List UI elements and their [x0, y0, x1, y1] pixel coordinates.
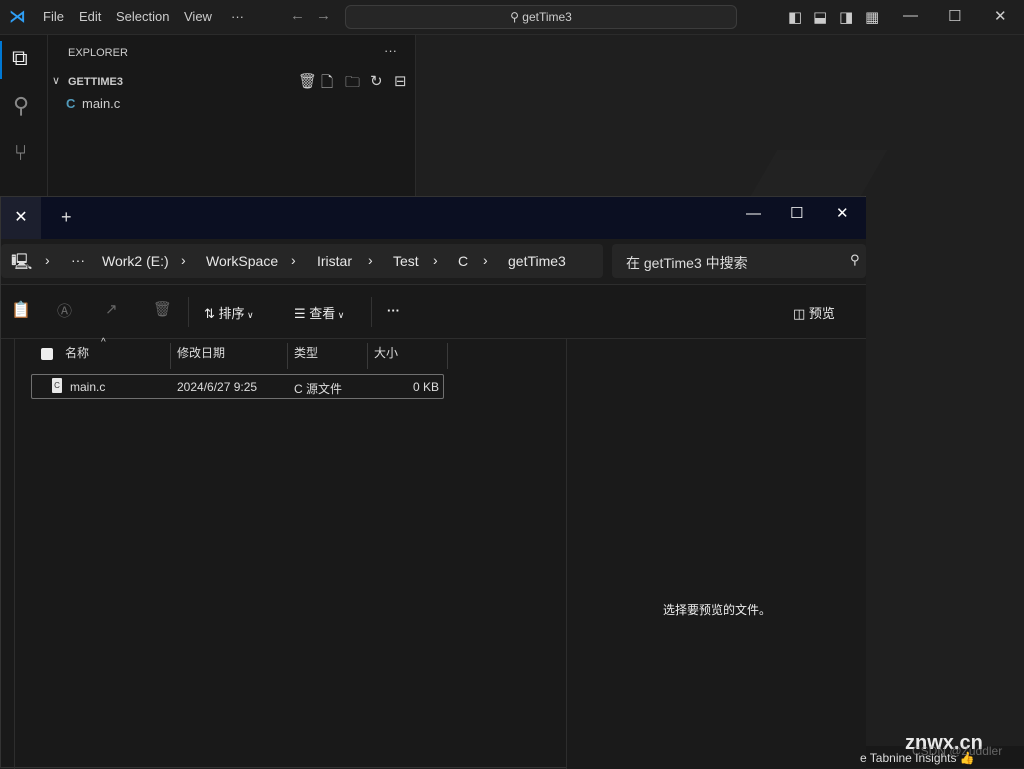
column-date[interactable]: 修改日期: [171, 343, 288, 369]
collapse-all-icon[interactable]: ⊟: [394, 72, 407, 90]
folder-name: GETTIME3: [68, 76, 124, 88]
more-options-button[interactable]: ···: [387, 303, 400, 318]
file-item[interactable]: C main.c: [48, 94, 416, 116]
breadcrumb-overflow[interactable]: ···: [71, 252, 85, 268]
view-icon: ☰: [294, 306, 310, 321]
menu-selection[interactable]: Selection: [116, 9, 169, 24]
customize-layout-icon[interactable]: ▦: [865, 8, 879, 26]
file-size: 0 KB: [412, 380, 439, 394]
search-icon: ⚲: [850, 252, 860, 267]
view-button[interactable]: ☰ 查看 ∨: [294, 303, 344, 322]
menu-file[interactable]: File: [43, 9, 64, 24]
file-name: main.c: [70, 380, 106, 394]
maximize-icon[interactable]: ☐: [948, 7, 961, 25]
chevron-right-icon: ›: [433, 252, 438, 268]
column-size[interactable]: 大小: [368, 343, 448, 369]
close-icon[interactable]: ✕: [994, 7, 1007, 25]
view-label: 查看: [309, 306, 336, 321]
chevron-down-icon: ∨: [335, 310, 345, 320]
breadcrumb-test[interactable]: Test: [393, 253, 419, 269]
explorer-title: EXPLORER: [68, 47, 128, 59]
watermark: CSDN @Zuddler: [912, 744, 1003, 758]
computer-icon[interactable]: 🖳: [11, 251, 32, 278]
share-icon[interactable]: ↗: [105, 300, 118, 318]
chevron-right-icon: ›: [291, 252, 296, 268]
paste-icon[interactable]: 📋: [11, 300, 31, 320]
toggle-sidebar-icon[interactable]: ◧: [788, 8, 802, 26]
more-actions-icon[interactable]: ···: [384, 43, 397, 58]
menu-more[interactable]: ···: [231, 9, 244, 24]
vscode-titlebar: ⋊ File Edit Selection View ··· ← → ⚲ get…: [0, 0, 1024, 35]
minimize-icon[interactable]: —: [903, 7, 918, 24]
divider: [188, 297, 189, 327]
breadcrumb-drive[interactable]: Work2 (E:): [102, 253, 169, 269]
minimize-icon[interactable]: —: [746, 205, 761, 222]
chevron-down-icon: ∨: [244, 310, 254, 320]
preview-label: 预览: [808, 306, 835, 321]
file-type: C 源文件: [294, 382, 343, 396]
select-all-checkbox[interactable]: [41, 348, 53, 360]
column-name[interactable]: 名称: [59, 343, 171, 369]
file-name: main.c: [82, 96, 121, 111]
preview-pane: 选择要预览的文件。: [566, 339, 866, 769]
new-tab-button[interactable]: +: [61, 207, 72, 228]
c-file-icon: C: [52, 378, 62, 393]
vscode-logo-icon: ⋊: [9, 7, 26, 26]
breadcrumb-iristar[interactable]: Iristar: [317, 253, 352, 269]
chevron-right-icon: ›: [181, 252, 186, 268]
explorer-titlebar: ✕ + — ☐ ✕: [1, 197, 866, 239]
chevron-down-icon: ∨: [52, 75, 61, 87]
breadcrumb-c[interactable]: C: [458, 253, 468, 269]
command-bar: 📋 Ⓐ ↗ 🗑 ⇅ 排序 ∨ ☰ 查看 ∨ ··· ◫ 预览: [1, 285, 866, 339]
active-indicator: [0, 41, 2, 79]
menu-edit[interactable]: Edit: [79, 9, 101, 24]
forward-arrow-icon[interactable]: →: [316, 7, 331, 24]
delete-icon[interactable]: 🗑: [153, 300, 172, 318]
toggle-panel-icon[interactable]: ⬓: [813, 8, 827, 26]
sort-label: 排序: [218, 306, 245, 321]
breadcrumb-gettime3[interactable]: getTime3: [508, 253, 566, 269]
rename-icon[interactable]: Ⓐ: [57, 300, 72, 321]
preview-message: 选择要预览的文件。: [662, 603, 771, 617]
preview-button[interactable]: ◫ 预览: [793, 303, 835, 322]
address-bar-row: 🖳 › ··· Work2 (E:) › WorkSpace › Iristar…: [1, 239, 866, 285]
files-icon[interactable]: ⧉: [12, 45, 28, 71]
breadcrumb[interactable]: 🖳 › ··· Work2 (E:) › WorkSpace › Iristar…: [1, 244, 603, 278]
table-row[interactable]: C main.c 2024/6/27 9:25 C 源文件 0 KB: [31, 374, 444, 399]
delete-icon[interactable]: 🗑: [298, 72, 317, 90]
toggle-secondary-sidebar-icon[interactable]: ◨: [839, 8, 853, 26]
chevron-right-icon: ›: [483, 252, 488, 268]
preview-pane-icon: ◫: [793, 306, 809, 321]
sort-button[interactable]: ⇅ 排序 ∨: [204, 303, 254, 322]
command-center[interactable]: ⚲ getTime3: [345, 5, 737, 29]
navigation-pane: [1, 339, 15, 769]
divider: [371, 297, 372, 327]
c-file-icon: C: [66, 96, 76, 111]
menu-view[interactable]: View: [184, 9, 212, 24]
search-icon[interactable]: ⚲: [13, 93, 29, 119]
tab-close-button[interactable]: ✕: [1, 197, 41, 239]
search-placeholder: 在 getTime3 中搜索: [626, 255, 748, 271]
maximize-icon[interactable]: ☐: [790, 204, 803, 222]
search-input[interactable]: 在 getTime3 中搜索 ⚲: [612, 244, 866, 278]
back-arrow-icon[interactable]: ←: [290, 7, 305, 24]
search-icon: ⚲: [510, 10, 523, 24]
close-icon[interactable]: ✕: [836, 204, 849, 222]
command-center-label: getTime3: [522, 10, 572, 24]
file-date: 2024/6/27 9:25: [177, 380, 258, 394]
chevron-right-icon: ›: [368, 252, 373, 268]
file-explorer-window: ✕ + — ☐ ✕ 🖳 › ··· Work2 (E:) › WorkSpace…: [0, 196, 866, 769]
chevron-right-icon: ›: [45, 252, 50, 268]
refresh-icon[interactable]: ↻: [370, 72, 383, 90]
sort-icon: ⇅: [204, 306, 219, 321]
column-headers: ^ 名称 修改日期 类型 大小: [31, 337, 451, 369]
breadcrumb-workspace[interactable]: WorkSpace: [206, 253, 278, 269]
column-type[interactable]: 类型: [288, 343, 368, 369]
source-control-icon[interactable]: ⑂: [14, 140, 27, 166]
